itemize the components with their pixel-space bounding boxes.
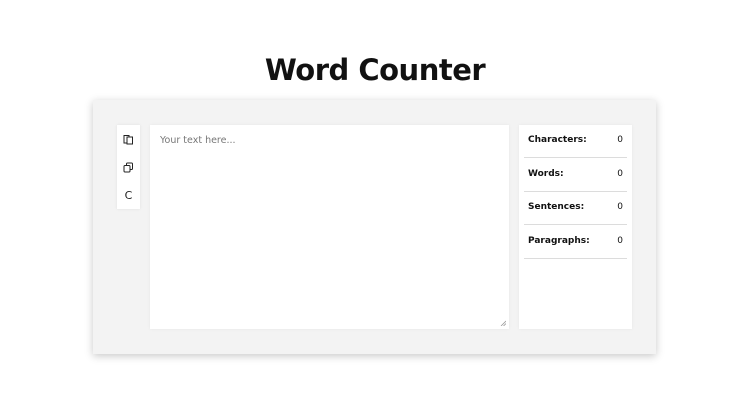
- stat-row-sentences: Sentences: 0: [524, 192, 627, 225]
- page-title: Word Counter: [264, 53, 486, 87]
- stats-panel: Characters: 0 Words: 0 Sentences: 0 Para…: [519, 125, 632, 329]
- sentences-count: 0: [617, 202, 623, 212]
- paste-icon: [123, 134, 134, 145]
- clear-icon: C: [124, 189, 133, 202]
- stat-row-paragraphs: Paragraphs: 0: [524, 226, 627, 259]
- resize-handle-icon[interactable]: [500, 320, 506, 326]
- text-input[interactable]: [150, 125, 509, 329]
- text-editor: [150, 125, 509, 329]
- stat-row-words: Words: 0: [524, 159, 627, 192]
- characters-count: 0: [617, 135, 623, 145]
- stat-label: Paragraphs:: [528, 235, 590, 246]
- copy-button[interactable]: [121, 160, 136, 175]
- stat-label: Words:: [528, 168, 564, 179]
- stat-label: Sentences:: [528, 202, 585, 212]
- page: Word Counter C Your text here... Charact…: [0, 0, 750, 413]
- paragraphs-count: 0: [617, 235, 623, 246]
- copy-icon: [123, 162, 134, 173]
- clear-button[interactable]: C: [121, 188, 136, 203]
- stat-label: Characters:: [528, 135, 587, 145]
- counter-card: C Characters: 0 Words: 0 Sentences: 0: [93, 100, 656, 354]
- toolbar: C: [117, 125, 140, 209]
- words-count: 0: [617, 168, 623, 179]
- paste-button[interactable]: [121, 132, 136, 147]
- stat-row-characters: Characters: 0: [524, 125, 627, 158]
